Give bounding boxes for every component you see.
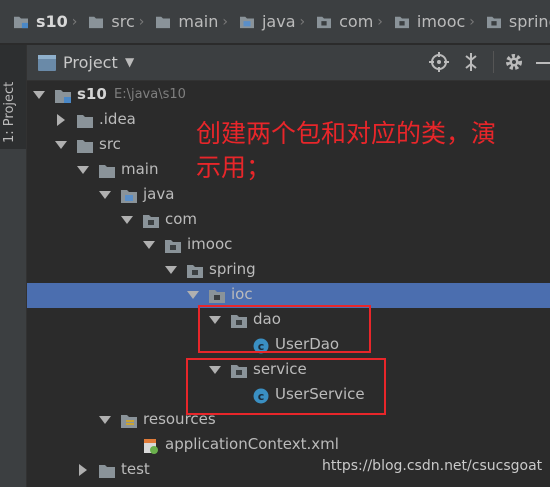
breadcrumb-item[interactable]: s10 ›	[12, 12, 83, 31]
expand-arrow-icon[interactable]	[33, 91, 45, 99]
breadcrumb-label: spring	[508, 12, 550, 31]
settings-gear-icon[interactable]	[504, 52, 524, 72]
tree-node-label: ioc	[231, 285, 253, 303]
dao-highlight-box	[198, 305, 371, 353]
expand-arrow-icon[interactable]	[121, 216, 133, 224]
tree-node-label: applicationContext.xml	[165, 435, 339, 453]
module-folder-icon	[14, 16, 28, 28]
chevron-right-icon: ›	[377, 13, 383, 30]
folder-icon	[99, 165, 115, 178]
chevron-right-icon: ›	[222, 13, 228, 30]
chevron-right-icon: ›	[299, 13, 306, 30]
breadcrumb-item[interactable]: java ›	[238, 12, 311, 31]
tree-node-spring[interactable]: spring	[27, 258, 550, 283]
caret-down-icon[interactable]: ▼	[125, 55, 134, 69]
tree-node-label: src	[99, 135, 121, 153]
service-highlight-box	[186, 358, 386, 415]
project-panel-header: Project ▼	[27, 45, 550, 81]
collapse-arrow-icon[interactable]	[57, 114, 65, 126]
expand-arrow-icon[interactable]	[55, 141, 67, 149]
annotation-text: 创建两个包和对应的类，演示用；	[196, 119, 497, 182]
expand-arrow-icon[interactable]	[143, 241, 155, 249]
folder-icon	[89, 16, 104, 28]
package-icon	[486, 16, 501, 28]
package-icon	[143, 215, 159, 228]
navigation-breadcrumb-bar: s10›src›main›java›com›imooc›spring›ioc	[0, 0, 550, 44]
breadcrumb-item[interactable]: main ›	[154, 12, 234, 31]
chevron-right-icon: ›	[138, 13, 145, 30]
expand-arrow-icon[interactable]	[99, 416, 111, 424]
tree-node-label: imooc	[187, 235, 233, 253]
module-folder-icon	[55, 90, 71, 103]
folder-icon	[77, 115, 93, 128]
breadcrumb-item[interactable]: com ›	[315, 12, 389, 31]
tree-node-java[interactable]: java	[27, 183, 550, 208]
tree-node-label: java	[143, 185, 175, 203]
package-icon	[209, 290, 225, 303]
project-tool-window-tab[interactable]: 1: Project	[0, 45, 26, 149]
tree-node-label: main	[121, 160, 159, 178]
tree-node-path: E:\java\s10	[114, 87, 186, 102]
hide-panel-icon[interactable]	[532, 52, 550, 72]
expand-arrow-icon[interactable]	[99, 191, 111, 199]
tree-node-s10[interactable]: s10 E:\java\s10	[27, 83, 550, 108]
expand-arrow-icon[interactable]	[187, 291, 199, 299]
breadcrumb-label: s10	[36, 12, 68, 31]
collapse-arrow-icon[interactable]	[79, 464, 87, 476]
source-folder-icon	[239, 16, 254, 28]
tree-node-label: .idea	[99, 110, 136, 128]
folder-icon	[77, 140, 93, 153]
tree-node-com[interactable]: com	[27, 208, 550, 233]
header-divider	[493, 51, 494, 73]
panel-title[interactable]: Project	[63, 53, 118, 72]
breadcrumb-item[interactable]: src ›	[87, 12, 150, 31]
tree-node-label: com	[165, 210, 198, 228]
tree-node-applicationcontext-xml[interactable]: applicationContext.xml	[27, 433, 550, 458]
spring-xml-icon	[144, 439, 158, 454]
breadcrumb-label: imooc	[416, 12, 466, 31]
breadcrumb-item[interactable]: imooc ›	[393, 12, 481, 31]
locate-target-icon[interactable]	[429, 52, 449, 72]
project-tab-label: 1: Project	[2, 81, 17, 143]
tree-node-imooc[interactable]: imooc	[27, 233, 550, 258]
breadcrumb-label: src	[111, 12, 135, 31]
tree-node-label: test	[121, 460, 150, 478]
breadcrumb-label: com	[339, 12, 374, 31]
package-icon	[165, 240, 181, 253]
package-icon	[317, 16, 332, 28]
breadcrumb-label: java	[261, 12, 296, 31]
tree-node-label: spring	[209, 260, 256, 278]
tree-node-label: s10	[77, 85, 107, 103]
source-folder-icon	[121, 190, 137, 203]
collapse-all-icon[interactable]	[461, 52, 481, 72]
chevron-right-icon: ›	[71, 13, 78, 30]
resources-folder-icon	[121, 415, 137, 428]
breadcrumb-item[interactable]: spring›	[485, 12, 550, 31]
package-icon	[394, 16, 409, 28]
chevron-right-icon: ›	[469, 13, 475, 30]
expand-arrow-icon[interactable]	[165, 266, 177, 274]
expand-arrow-icon[interactable]	[77, 166, 89, 174]
watermark-text: https://blog.csdn.net/csucsgoat	[322, 458, 543, 474]
package-icon	[187, 265, 203, 278]
breadcrumb-label: main	[178, 12, 219, 31]
folder-icon	[99, 465, 115, 478]
folder-icon	[156, 16, 171, 28]
project-view-icon	[38, 55, 56, 71]
